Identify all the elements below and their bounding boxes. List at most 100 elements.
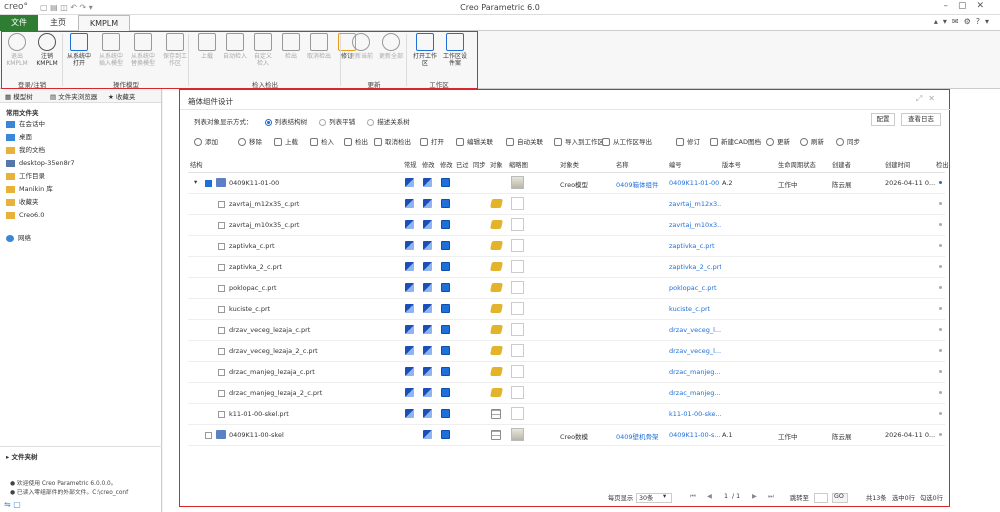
folder-item[interactable]: 桌面 [0, 131, 161, 144]
column-header[interactable]: 同步 [473, 160, 486, 169]
status-icons[interactable]: ⇋ ▢ [0, 500, 162, 512]
column-header[interactable]: 修改 [422, 160, 435, 169]
auto-checkin-button[interactable]: 自动检入 [220, 33, 250, 60]
prev-page-icon[interactable]: ◀ [707, 493, 712, 500]
folder-item[interactable]: 收藏夹 [0, 196, 161, 209]
expand-toggle-icon[interactable]: ▾ [194, 178, 197, 186]
thumbnail[interactable] [511, 365, 524, 378]
object-number-link[interactable]: drzac_manjeg... [669, 389, 721, 397]
row-checkbox[interactable] [218, 411, 225, 418]
column-header[interactable]: 检出 [936, 160, 949, 169]
thumbnail[interactable] [511, 386, 524, 399]
save-to-workspace-button[interactable]: 保存到工 作区 [160, 33, 190, 67]
thumbnail[interactable] [511, 323, 524, 336]
object-name-link[interactable]: 0409箱体组件 [616, 179, 659, 189]
object-number-link[interactable]: poklopac_c.prt [669, 284, 717, 292]
tab-favorites[interactable]: ★ 收藏夹 [108, 91, 135, 101]
thumbnail[interactable] [511, 176, 524, 189]
folder-item[interactable]: 我的文档 [0, 144, 161, 157]
next-page-icon[interactable]: ▶ [752, 493, 757, 500]
toolbar-button[interactable]: 更新 [766, 136, 790, 146]
folder-item[interactable]: Creo6.0 [0, 209, 161, 222]
tab-home[interactable]: 主页 [40, 15, 76, 31]
column-header[interactable]: 版本号 [722, 160, 741, 169]
open-from-system-button[interactable]: 从系统中 打开 [64, 33, 94, 67]
thumbnail[interactable] [511, 428, 524, 441]
table-row[interactable]: kuciste_c.prt kuciste_c.prt [188, 299, 945, 320]
thumbnail[interactable] [511, 407, 524, 420]
tab-file[interactable]: 文件 [0, 15, 38, 31]
radio-relation-tree[interactable] [367, 118, 375, 126]
object-number-link[interactable]: k11-01-00-ske... [669, 410, 721, 418]
toolbar-button[interactable]: 导入到工作区 [554, 136, 604, 146]
folder-item[interactable]: 工作目录 [0, 170, 161, 183]
column-header[interactable]: 名称 [616, 160, 629, 169]
toolbar-button[interactable]: 编辑关联 [456, 136, 493, 146]
replace-model-button[interactable]: 从系统中 替换模型 [128, 33, 158, 67]
row-checkbox[interactable] [218, 264, 225, 271]
object-number-link[interactable]: drzav_veceg_l... [669, 347, 721, 355]
table-row[interactable]: zaptivka_2_c.prt zaptivka_2_c.prt [188, 257, 945, 278]
row-checkbox[interactable] [218, 390, 225, 397]
object-number-link[interactable]: zavrtaj_m12x3... [669, 200, 721, 208]
tab-model-tree[interactable]: ▦ 模型树 [5, 91, 33, 101]
config-button[interactable]: 配置 [871, 113, 895, 126]
workspace-settings-button[interactable]: 工作区设 件案 [440, 33, 470, 67]
row-checkbox[interactable] [218, 327, 225, 334]
table-row[interactable]: zavrtaj_m10x35_c.prt zavrtaj_m10x3... [188, 215, 945, 236]
object-number-link[interactable]: zaptivka_c.prt [669, 242, 715, 250]
thumbnail[interactable] [511, 281, 524, 294]
thumbnail[interactable] [511, 302, 524, 315]
upload-button[interactable]: 上载 [192, 33, 222, 60]
toolbar-button[interactable]: 检入 [310, 136, 334, 146]
update-current-button[interactable]: 更新当前 [346, 33, 376, 60]
object-number-link[interactable]: zavrtaj_m10x3... [669, 221, 721, 229]
column-header[interactable]: 已过 [456, 160, 469, 169]
open-workspace-button[interactable]: 打开工作 区 [410, 33, 440, 67]
object-name-link[interactable]: 0409壁机骨架 [616, 431, 659, 441]
column-header[interactable]: 编号 [669, 160, 682, 169]
undo-checkout-button[interactable]: 取消检出 [304, 33, 334, 60]
object-number-link[interactable]: kuciste_c.prt [669, 305, 710, 313]
table-row[interactable]: drzav_veceg_lezaja_c.prt drzav_veceg_l... [188, 320, 945, 341]
update-all-button[interactable]: 更新全部 [376, 33, 406, 60]
row-checkbox[interactable] [218, 348, 225, 355]
table-row[interactable]: zaptivka_c.prt zaptivka_c.prt [188, 236, 945, 257]
jump-page-input[interactable] [814, 493, 828, 503]
object-number-link[interactable]: drzac_manjeg... [669, 368, 721, 376]
dialog-controls[interactable]: ⤢✕ [916, 94, 941, 104]
radio-flat-list[interactable] [319, 118, 327, 126]
folder-item[interactable]: desktop-35en8r7 [0, 157, 161, 170]
toolbar-button[interactable]: 取消检出 [374, 136, 411, 146]
folder-tree-toggle[interactable]: ▸ 文件夹树 [0, 447, 162, 465]
exit-button[interactable]: 退出 KMPLM [2, 33, 32, 67]
power-button[interactable]: 注销 KMPLM [32, 33, 62, 67]
window-controls[interactable]: –▢✕ [943, 1, 994, 11]
row-checkbox[interactable] [218, 285, 225, 292]
thumbnail[interactable] [511, 239, 524, 252]
table-row[interactable]: drzac_manjeg_lezaja_c.prt drzac_manjeg... [188, 362, 945, 383]
row-checkbox[interactable] [205, 432, 212, 439]
column-header[interactable]: 创建时间 [885, 160, 910, 169]
row-checkbox[interactable] [205, 180, 212, 187]
folder-item[interactable]: Manikin 库 [0, 183, 161, 196]
table-row[interactable]: drzac_manjeg_lezaja_2_c.prt drzac_manjeg.… [188, 383, 945, 404]
toolbar-button[interactable]: 同步 [836, 136, 860, 146]
column-header[interactable]: 缩略图 [509, 160, 528, 169]
toolbar-button[interactable]: 自动关联 [506, 136, 543, 146]
object-number-link[interactable]: 0409K11-00-s... [669, 431, 721, 439]
column-header[interactable]: 常规 [404, 160, 417, 169]
toolbar-button[interactable]: 上载 [274, 136, 298, 146]
thumbnail[interactable] [511, 344, 524, 357]
checkout-button[interactable]: 检出 [276, 33, 306, 60]
ribbon-tools[interactable]: ▴▾✉⚙?▾ [934, 17, 994, 26]
row-checkbox[interactable] [218, 222, 225, 229]
first-page-icon[interactable]: ⏮ [690, 493, 696, 501]
column-header[interactable]: 对象 [490, 160, 503, 169]
table-row[interactable]: poklopac_c.prt poklopac_c.prt [188, 278, 945, 299]
object-number-link[interactable]: drzav_veceg_l... [669, 326, 721, 334]
object-number-link[interactable]: zaptivka_2_c.prt [669, 263, 721, 271]
network-item[interactable]: 网络 [0, 232, 161, 245]
row-checkbox[interactable] [218, 201, 225, 208]
column-header[interactable]: 对象类 [560, 160, 579, 169]
